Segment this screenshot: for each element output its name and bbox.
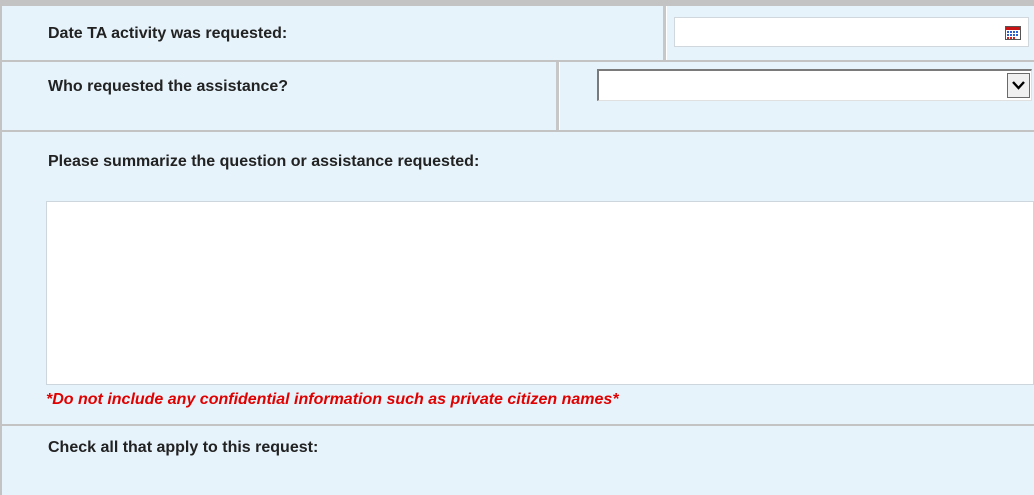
calendar-icon[interactable] — [1005, 26, 1021, 40]
date-requested-label: Date TA activity was requested: — [48, 25, 288, 42]
requester-label: Who requested the assistance? — [48, 78, 289, 95]
summary-textarea[interactable] — [46, 201, 1034, 385]
requester-select[interactable] — [597, 69, 1032, 101]
chevron-down-icon — [1012, 81, 1025, 90]
confidentiality-warning: *Do not include any confidential informa… — [46, 391, 619, 408]
column-divider — [559, 62, 560, 130]
check-all-label: Check all that apply to this request: — [48, 439, 319, 456]
check-all-row: Check all that apply to this request: — [0, 426, 1034, 495]
column-divider — [666, 6, 667, 60]
summary-label: Please summarize the question or assista… — [48, 153, 480, 170]
date-requested-input[interactable] — [674, 17, 1029, 47]
requester-dropdown-button[interactable] — [1007, 73, 1030, 98]
